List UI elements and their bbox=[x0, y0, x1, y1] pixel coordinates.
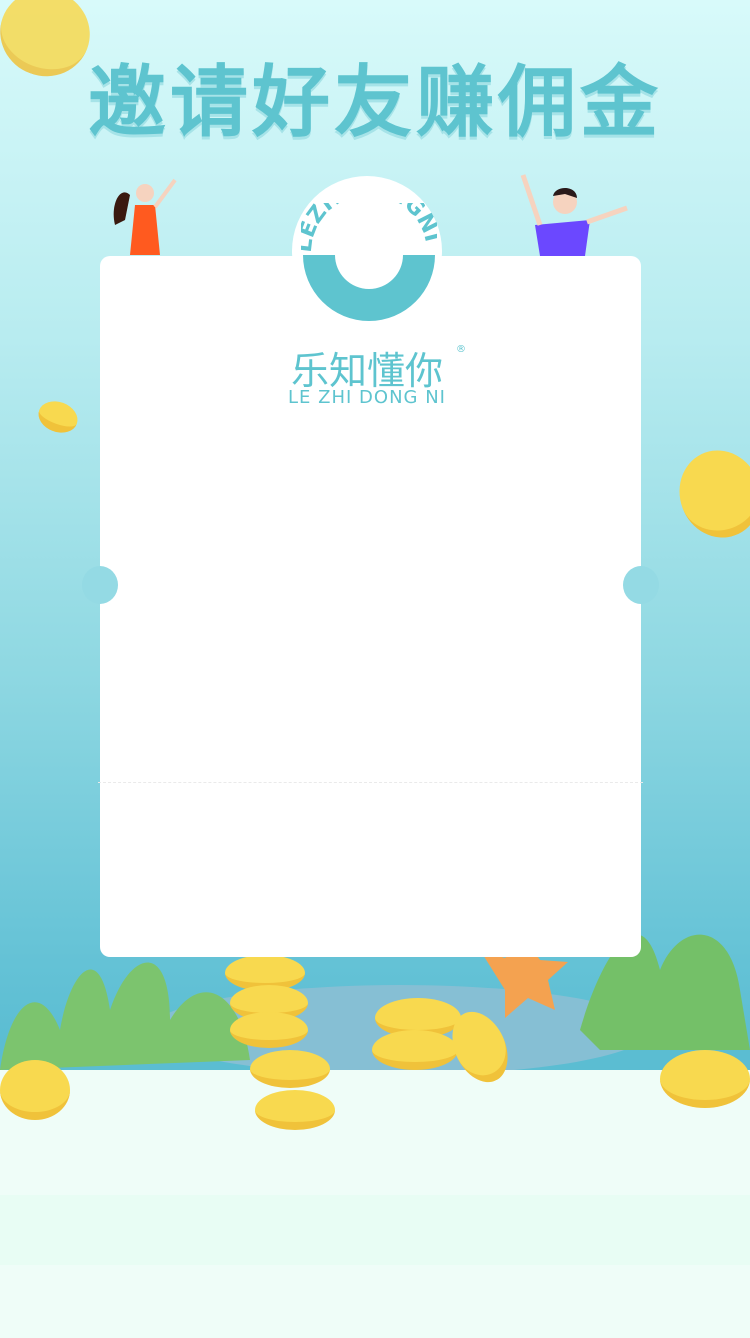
logo-ring-icon: LEZHIDONGNI bbox=[301, 203, 437, 321]
coin-icon bbox=[660, 1050, 750, 1108]
card-divider bbox=[98, 782, 643, 783]
registered-mark: ® bbox=[456, 344, 466, 355]
brand-name-en: LE ZHI DONG NI bbox=[288, 387, 446, 408]
svg-text:LEZHIDONGNI: LEZHIDONGNI bbox=[301, 203, 437, 254]
coin-icon bbox=[667, 438, 750, 550]
coin-icon bbox=[250, 1050, 330, 1088]
girl-illustration bbox=[113, 178, 177, 255]
coin-icon bbox=[255, 1090, 335, 1130]
boy-illustration bbox=[520, 174, 628, 256]
page-title: 邀请好友赚佣金 bbox=[87, 58, 662, 148]
coin-icon bbox=[372, 1030, 458, 1070]
coin-icon bbox=[230, 1012, 308, 1048]
card-notch-left bbox=[82, 566, 118, 604]
ground-band bbox=[0, 1195, 750, 1265]
coin-icon bbox=[0, 1060, 70, 1120]
card-notch-right bbox=[623, 566, 659, 604]
